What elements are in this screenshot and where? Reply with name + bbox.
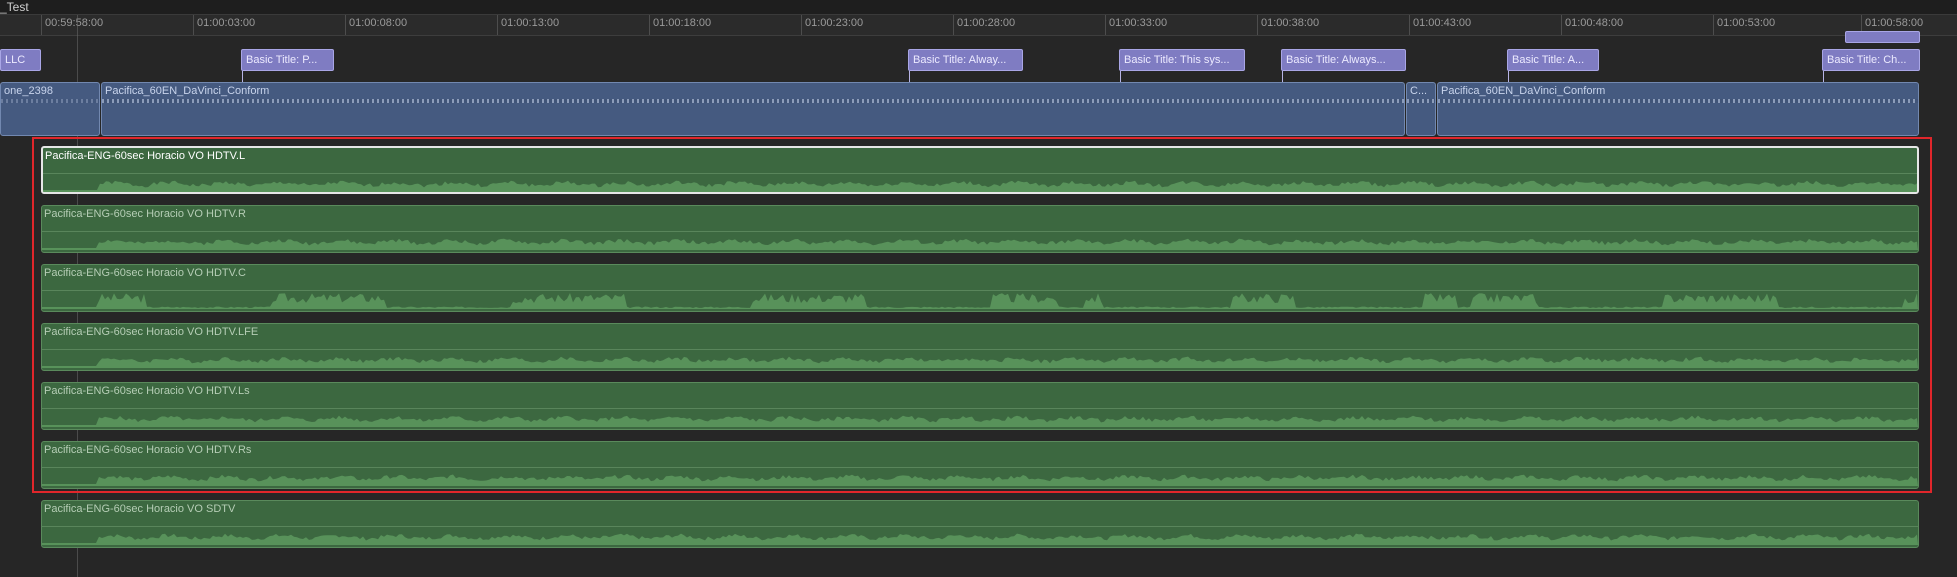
ruler-tick (1561, 15, 1562, 35)
audio-clip[interactable]: Pacifica-ENG-60sec Horacio VO HDTV.LFE (41, 323, 1919, 371)
audio-clip[interactable]: Pacifica-ENG-60sec Horacio VO HDTV.L (41, 146, 1919, 194)
title-clip[interactable]: Basic Title: Alway... (908, 49, 1023, 71)
title-clip[interactable]: Basic Title: Always... (1281, 49, 1406, 71)
video-clip[interactable]: Pacifica_60EN_DaVinci_Conform (1437, 82, 1919, 136)
video-filmstrip (1, 99, 99, 103)
ruler-tick (953, 15, 954, 35)
video-clip[interactable]: one_2398 (0, 82, 100, 136)
title-clip[interactable]: LLC (0, 49, 41, 71)
ruler-timecode: 01:00:18:00 (653, 17, 712, 29)
video-clip[interactable]: C... (1406, 82, 1436, 136)
window-titlebar: _Test (0, 0, 1957, 15)
ruler-tick (1257, 15, 1258, 35)
ruler-tick (41, 15, 42, 35)
ruler-tick (649, 15, 650, 35)
audio-clip[interactable]: Pacifica-ENG-60sec Horacio VO SDTV (41, 500, 1919, 548)
ruler-tick (1105, 15, 1106, 35)
audio-clip[interactable]: Pacifica-ENG-60sec Horacio VO HDTV.Rs (41, 441, 1919, 489)
ruler-timecode: 01:00:03:00 (197, 17, 256, 29)
video-filmstrip (1407, 99, 1435, 103)
ruler-tick (497, 15, 498, 35)
title-clip-label: Basic Title: This sys... (1124, 54, 1230, 66)
timeline-ruler[interactable]: 00:59:58:00 01:00:03:00 01:00:08:00 01:0… (0, 15, 1957, 36)
title-clip[interactable]: Basic Title: Ch... (1822, 49, 1920, 71)
audio-waveform (42, 474, 1918, 486)
audio-waveform (42, 356, 1918, 368)
audio-clip[interactable]: Pacifica-ENG-60sec Horacio VO HDTV.R (41, 205, 1919, 253)
ruler-timecode: 01:00:53:00 (1717, 17, 1776, 29)
ruler-timecode: 01:00:58:00 (1865, 17, 1924, 29)
audio-waveform (42, 293, 1918, 309)
video-clip-label: Pacifica_60EN_DaVinci_Conform (1441, 85, 1606, 97)
title-clip-label: Basic Title: A... (1512, 54, 1585, 66)
title-clip[interactable] (1845, 31, 1920, 43)
audio-waveform (43, 180, 1917, 192)
ruler-tick (345, 15, 346, 35)
ruler-timecode: 01:00:13:00 (501, 17, 560, 29)
video-clip-label: C... (1410, 85, 1428, 97)
ruler-timecode: 01:00:43:00 (1413, 17, 1472, 29)
title-clip[interactable]: Basic Title: A... (1507, 49, 1599, 71)
title-clip-label: LLC (5, 54, 26, 66)
audio-waveform (42, 238, 1918, 250)
title-clip-label: Basic Title: Ch... (1827, 54, 1907, 66)
audio-clip[interactable]: Pacifica-ENG-60sec Horacio VO HDTV.C (41, 264, 1919, 312)
video-filmstrip (102, 99, 1404, 103)
video-clip[interactable]: Pacifica_60EN_DaVinci_Conform (101, 82, 1405, 136)
ruler-tick (1409, 15, 1410, 35)
ruler-timecode: 01:00:38:00 (1261, 17, 1320, 29)
project-title: _Test (0, 0, 29, 14)
ruler-timecode: 01:00:08:00 (349, 17, 408, 29)
video-clip-label: Pacifica_60EN_DaVinci_Conform (105, 85, 270, 97)
audio-waveform (42, 533, 1918, 545)
ruler-timecode: 00:59:58:00 (45, 17, 104, 29)
title-clip-label: Basic Title: Alway... (913, 54, 1007, 66)
video-clip-label: one_2398 (4, 85, 53, 97)
ruler-timecode: 01:00:33:00 (1109, 17, 1168, 29)
title-clip[interactable]: Basic Title: This sys... (1119, 49, 1245, 71)
ruler-tick (801, 15, 802, 35)
ruler-timecode: 01:00:23:00 (805, 17, 864, 29)
title-clip-label: Basic Title: Always... (1286, 54, 1386, 66)
ruler-timecode: 01:00:48:00 (1565, 17, 1624, 29)
audio-waveform (42, 415, 1918, 427)
ruler-timecode: 01:00:28:00 (957, 17, 1016, 29)
ruler-tick (1713, 15, 1714, 35)
audio-clip[interactable]: Pacifica-ENG-60sec Horacio VO HDTV.Ls (41, 382, 1919, 430)
title-clip[interactable]: Basic Title: P... (241, 49, 334, 71)
title-clip-label: Basic Title: P... (246, 54, 318, 66)
video-filmstrip (1438, 99, 1918, 103)
ruler-tick (193, 15, 194, 35)
